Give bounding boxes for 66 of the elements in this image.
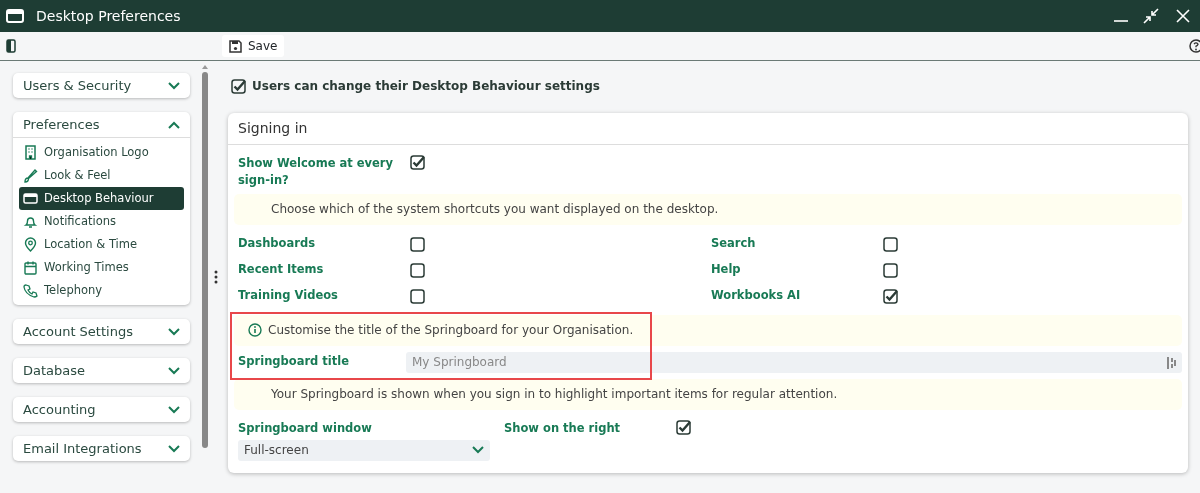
location-pin-icon — [23, 237, 38, 252]
field-label: Show on the right — [504, 419, 622, 437]
window-icon — [6, 9, 24, 23]
close-icon[interactable] — [1176, 9, 1190, 23]
window-title: Desktop Preferences — [36, 6, 181, 26]
checked-checkbox[interactable] — [676, 419, 691, 435]
help-icon[interactable] — [1188, 39, 1200, 53]
brush-icon — [23, 168, 38, 183]
sidebar-item[interactable]: Location & Time — [19, 233, 184, 256]
scrollbar-thumb[interactable] — [202, 72, 208, 448]
field-label: Training Videos — [238, 286, 339, 304]
field-label: Help — [711, 260, 742, 278]
checkbox-label: Users can change their Desktop Behaviour settings — [252, 78, 600, 95]
sidebar-item[interactable]: Organisation Logo — [19, 141, 184, 164]
section-header[interactable]: Accounting — [13, 397, 190, 422]
section-header[interactable]: Preferences — [13, 112, 190, 138]
field-options-icon — [1166, 355, 1176, 370]
bell-icon — [23, 214, 38, 229]
checkbox[interactable] — [410, 288, 425, 304]
chevron-icon — [168, 327, 180, 336]
field-label: Springboard window — [238, 419, 373, 437]
scroll-up-icon[interactable] — [202, 64, 208, 69]
panel-title: Signing in — [228, 113, 1188, 145]
text-field[interactable]: My Springboard — [406, 351, 1182, 373]
info-note: Customise the title of the Springboard for your Organisation. — [234, 314, 1182, 346]
sidebar-item[interactable]: Desktop Behaviour — [19, 187, 184, 210]
checked-checkbox[interactable] — [883, 288, 898, 304]
checkbox[interactable] — [883, 262, 898, 278]
save-button[interactable]: Save — [222, 35, 285, 57]
field-label: Search — [711, 234, 757, 252]
sidebar-toggle-icon[interactable] — [6, 39, 16, 53]
info-note: Choose which of the system shortcuts you want displayed on the desktop. — [234, 193, 1182, 225]
chevron-icon — [168, 366, 180, 375]
checkbox[interactable] — [883, 236, 898, 252]
chevron-icon — [168, 444, 180, 453]
splitter-handle-icon[interactable] — [214, 269, 218, 284]
checkbox[interactable] — [410, 236, 425, 252]
field-label: Recent Items — [238, 260, 325, 278]
chevron-icon — [168, 405, 180, 414]
sidebar-item[interactable]: Telephony — [19, 279, 184, 302]
building-icon — [23, 145, 38, 160]
window-icon — [23, 191, 38, 206]
info-note: Your Springboard is shown when you sign in to highlight important items for regular attention. — [234, 378, 1182, 410]
field-label: Springboard title — [238, 353, 351, 371]
sidebar-item[interactable]: Look & Feel — [19, 164, 184, 187]
sidebar-item[interactable]: Notifications — [19, 210, 184, 233]
checked-checkbox[interactable] — [231, 78, 246, 94]
sidebar-item[interactable]: Working Times — [19, 256, 184, 279]
calendar-icon — [23, 260, 38, 275]
field-label: Dashboards — [238, 234, 316, 252]
field-label: Show Welcome at every sign-in? — [238, 155, 395, 190]
section-header[interactable]: Users & Security — [13, 73, 190, 98]
section-header[interactable]: Account Settings — [13, 319, 190, 344]
chevron-icon — [168, 81, 180, 90]
section-header[interactable]: Email Integrations — [13, 436, 190, 461]
info-icon — [248, 323, 262, 337]
dropdown[interactable]: Full-screen — [238, 439, 490, 461]
checked-checkbox[interactable] — [410, 155, 425, 170]
section-header[interactable]: Database — [13, 358, 190, 383]
checkbox[interactable] — [410, 262, 425, 278]
phone-icon — [23, 283, 38, 298]
chevron-icon — [168, 120, 180, 129]
chevron-icon — [472, 446, 484, 455]
field-label: Workbooks AI — [711, 286, 802, 304]
floppy-icon — [229, 39, 242, 53]
restore-icon[interactable] — [1143, 8, 1159, 24]
